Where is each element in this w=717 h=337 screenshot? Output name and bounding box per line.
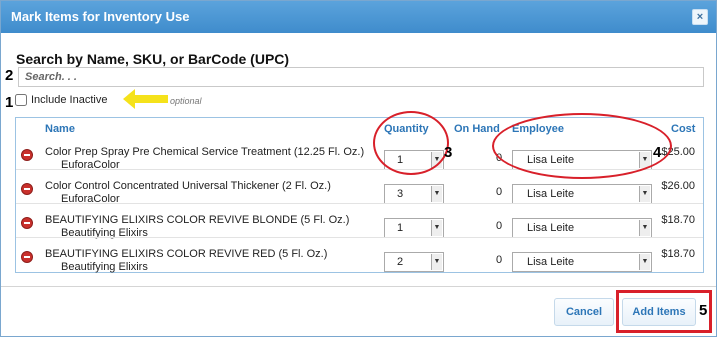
search-input[interactable]: [18, 67, 704, 87]
optional-hint: optional: [170, 96, 202, 106]
dialog-title: Mark Items for Inventory Use: [11, 9, 190, 24]
quantity-value: 2: [397, 256, 404, 268]
product-name: BEAUTIFYING ELIXIRS COLOR REVIVE BLONDE …: [45, 214, 350, 226]
include-inactive-checkbox[interactable]: [15, 94, 27, 106]
product-name: Color Prep Spray Pre Chemical Service Tr…: [45, 146, 365, 158]
annotation-3: 3: [444, 144, 453, 161]
quantity-select[interactable]: 3 ▼: [384, 184, 444, 204]
quantity-select[interactable]: 1 ▼: [384, 218, 444, 238]
quantity-highlight-circle: [373, 111, 449, 175]
on-hand-value: 0: [496, 186, 503, 198]
chevron-down-icon: ▼: [431, 220, 442, 236]
close-icon[interactable]: ×: [692, 9, 708, 25]
chevron-down-icon: ▼: [431, 186, 442, 202]
arrow-icon: [123, 89, 168, 109]
footer-divider: [1, 286, 716, 287]
product-brand: Beautifying Elixirs: [61, 261, 148, 273]
cancel-button[interactable]: Cancel: [554, 298, 614, 326]
cost-value: $26.00: [661, 180, 695, 192]
quantity-select[interactable]: 2 ▼: [384, 252, 444, 272]
employee-highlight-circle: [492, 113, 672, 179]
include-inactive-row: Include Inactive: [15, 94, 107, 106]
column-header-name[interactable]: Name: [45, 123, 75, 135]
add-items-button[interactable]: Add Items: [622, 298, 696, 326]
on-hand-value: 0: [496, 220, 503, 232]
items-table: Name Quantity On Hand Employee Cost Colo…: [15, 111, 704, 273]
column-header-cost[interactable]: Cost: [671, 123, 695, 135]
chevron-down-icon: ▼: [639, 254, 650, 270]
cost-value: $18.70: [661, 214, 695, 226]
on-hand-value: 0: [496, 254, 503, 266]
employee-value: Lisa Leite: [527, 188, 575, 200]
chevron-down-icon: ▼: [639, 186, 650, 202]
quantity-value: 3: [397, 188, 404, 200]
remove-icon[interactable]: [21, 251, 33, 263]
dialog-titlebar: Mark Items for Inventory Use ×: [1, 1, 716, 33]
employee-select[interactable]: Lisa Leite ▼: [512, 252, 652, 272]
table-row: BEAUTIFYING ELIXIRS COLOR REVIVE BLONDE …: [16, 204, 703, 239]
remove-icon[interactable]: [21, 183, 33, 195]
employee-value: Lisa Leite: [527, 256, 575, 268]
employee-value: Lisa Leite: [527, 222, 575, 234]
inventory-dialog: Mark Items for Inventory Use × Search by…: [0, 0, 717, 337]
search-heading: Search by Name, SKU, or BarCode (UPC): [16, 51, 290, 67]
chevron-down-icon: ▼: [431, 254, 442, 270]
cost-value: $18.70: [661, 248, 695, 260]
annotation-1: 1: [5, 94, 14, 111]
column-header-on-hand[interactable]: On Hand: [454, 123, 500, 135]
remove-icon[interactable]: [21, 217, 33, 229]
chevron-down-icon: ▼: [639, 220, 650, 236]
quantity-value: 1: [397, 222, 404, 234]
product-name: Color Control Concentrated Universal Thi…: [45, 180, 331, 192]
employee-select[interactable]: Lisa Leite ▼: [512, 218, 652, 238]
include-inactive-label: Include Inactive: [31, 94, 108, 106]
annotation-4: 4: [653, 144, 662, 161]
table-row: BEAUTIFYING ELIXIRS COLOR REVIVE RED (5 …: [16, 238, 703, 273]
employee-select[interactable]: Lisa Leite ▼: [512, 184, 652, 204]
annotation-2: 2: [5, 67, 14, 84]
annotation-5: 5: [699, 302, 708, 319]
product-name: BEAUTIFYING ELIXIRS COLOR REVIVE RED (5 …: [45, 248, 328, 260]
remove-icon[interactable]: [21, 149, 33, 161]
